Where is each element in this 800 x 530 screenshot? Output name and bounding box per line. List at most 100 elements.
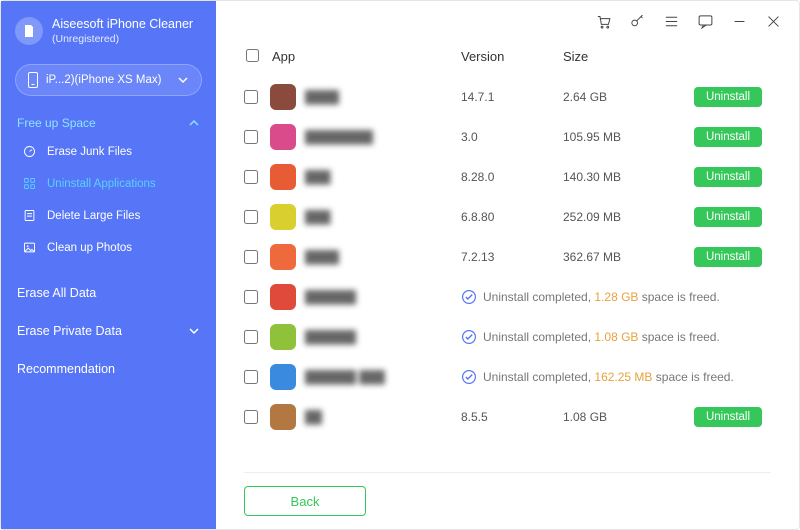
- brand-logo-icon: [15, 17, 43, 45]
- row-checkbox[interactable]: [244, 370, 258, 384]
- minimize-icon[interactable]: [729, 11, 749, 31]
- app-size: 252.09 MB: [563, 210, 683, 224]
- row-checkbox[interactable]: [244, 170, 258, 184]
- chevron-down-icon: [177, 74, 189, 86]
- menu-delete-large[interactable]: Delete Large Files: [17, 200, 200, 232]
- app-icon: [270, 284, 296, 310]
- table-row: ████ 7.2.13362.67 MB Uninstall: [244, 237, 773, 277]
- table-row: ███ 8.28.0140.30 MB Uninstall: [244, 157, 773, 197]
- section-free-up-space: Free up Space Erase Junk Files Uninstall…: [1, 106, 216, 274]
- uninstall-button[interactable]: Uninstall: [694, 407, 762, 427]
- app-icon: [270, 324, 296, 350]
- app-size: 105.95 MB: [563, 130, 683, 144]
- apps-icon: [21, 176, 37, 192]
- menu-icon[interactable]: [661, 11, 681, 31]
- app-icon: [270, 404, 296, 430]
- nav-recommendation[interactable]: Recommendation: [1, 350, 216, 388]
- row-checkbox[interactable]: [244, 330, 258, 344]
- app-icon: [270, 364, 296, 390]
- uninstall-button[interactable]: Uninstall: [694, 207, 762, 227]
- row-checkbox[interactable]: [244, 90, 258, 104]
- row-checkbox[interactable]: [244, 290, 258, 304]
- app-icon: [270, 84, 296, 110]
- key-icon[interactable]: [627, 11, 647, 31]
- app-name: ██████ ███: [305, 370, 385, 384]
- app-name: ████: [305, 250, 339, 264]
- brand: Aiseesoft iPhone Cleaner (Unregistered): [1, 13, 216, 60]
- col-size: Size: [563, 49, 683, 65]
- select-all-checkbox[interactable]: [246, 49, 259, 62]
- gauge-icon: [21, 144, 37, 160]
- app-version: 3.0: [461, 130, 563, 144]
- app-list-panel: App Version Size ████ 14.7.12.64 GB Uninst…: [216, 41, 799, 472]
- uninstall-button[interactable]: Uninstall: [694, 167, 762, 187]
- device-selector[interactable]: iP...2)(iPhone XS Max): [15, 64, 202, 96]
- sidebar: Aiseesoft iPhone Cleaner (Unregistered) …: [1, 1, 216, 529]
- close-icon[interactable]: [763, 11, 783, 31]
- app-name: ██████: [305, 290, 356, 304]
- app-name: ███: [305, 170, 331, 184]
- nav-erase-all[interactable]: Erase All Data: [1, 274, 216, 312]
- app-icon: [270, 244, 296, 270]
- app-version: 7.2.13: [461, 250, 563, 264]
- image-icon: [21, 240, 37, 256]
- table-row: ██████ ███ Uninstall completed, 162.25 MB…: [244, 357, 773, 397]
- file-icon: [21, 208, 37, 224]
- license-status: (Unregistered): [52, 33, 193, 46]
- uninstall-button[interactable]: Uninstall: [694, 247, 762, 267]
- titlebar: [216, 1, 799, 41]
- cart-icon[interactable]: [593, 11, 613, 31]
- back-button[interactable]: Back: [244, 486, 366, 516]
- check-circle-icon: [461, 369, 477, 385]
- app-name: ██████: [305, 330, 356, 344]
- uninstall-status: Uninstall completed, 1.08 GB space is fr…: [461, 329, 773, 345]
- table-row: ████████ 3.0105.95 MB Uninstall: [244, 117, 773, 157]
- app-name: ██: [305, 410, 322, 424]
- app-version: 14.7.1: [461, 90, 563, 104]
- table-row: ██████Uninstall completed, 1.28 GB space…: [244, 277, 773, 317]
- row-checkbox[interactable]: [244, 210, 258, 224]
- uninstall-button[interactable]: Uninstall: [694, 87, 762, 107]
- uninstall-button[interactable]: Uninstall: [694, 127, 762, 147]
- table-row: ████ 14.7.12.64 GB Uninstall: [244, 77, 773, 117]
- col-action: [683, 49, 773, 65]
- app-size: 1.08 GB: [563, 410, 683, 424]
- app-name: ████: [305, 90, 339, 104]
- col-select: [246, 49, 272, 65]
- menu-uninstall-apps[interactable]: Uninstall Applications: [17, 168, 200, 200]
- free-up-space-header[interactable]: Free up Space: [17, 116, 200, 130]
- row-checkbox[interactable]: [244, 410, 258, 424]
- table-header: App Version Size: [244, 41, 775, 77]
- app-version: 6.8.80: [461, 210, 563, 224]
- check-circle-icon: [461, 289, 477, 305]
- app-title: Aiseesoft iPhone Cleaner: [52, 17, 193, 33]
- app-list[interactable]: ████14.7.12.64 GBUninstall████████3.0105…: [244, 77, 775, 466]
- col-app: App: [272, 49, 461, 65]
- app-size: 140.30 MB: [563, 170, 683, 184]
- menu-clean-photos[interactable]: Clean up Photos: [17, 232, 200, 264]
- phone-icon: [28, 72, 38, 88]
- app-size: 2.64 GB: [563, 90, 683, 104]
- table-row: ██████ Uninstall completed, 1.08 GB space…: [244, 317, 773, 357]
- row-checkbox[interactable]: [244, 130, 258, 144]
- app-size: 362.67 MB: [563, 250, 683, 264]
- app-icon: [270, 164, 296, 190]
- free-up-menu: Erase Junk Files Uninstall Applications …: [17, 136, 200, 264]
- footer: Back: [216, 473, 799, 529]
- chevron-up-icon: [188, 117, 200, 129]
- feedback-icon[interactable]: [695, 11, 715, 31]
- app-version: 8.5.5: [461, 410, 563, 424]
- nav-erase-private[interactable]: Erase Private Data: [1, 312, 216, 350]
- app-name: ████████: [305, 130, 373, 144]
- menu-erase-junk[interactable]: Erase Junk Files: [17, 136, 200, 168]
- col-version: Version: [461, 49, 563, 65]
- check-circle-icon: [461, 329, 477, 345]
- chevron-down-icon: [188, 325, 200, 337]
- app-icon: [270, 204, 296, 230]
- app-version: 8.28.0: [461, 170, 563, 184]
- app-name: ███: [305, 210, 331, 224]
- uninstall-status: Uninstall completed, 162.25 MB space is …: [461, 369, 773, 385]
- device-label: iP...2)(iPhone XS Max): [46, 74, 161, 86]
- app-icon: [270, 124, 296, 150]
- row-checkbox[interactable]: [244, 250, 258, 264]
